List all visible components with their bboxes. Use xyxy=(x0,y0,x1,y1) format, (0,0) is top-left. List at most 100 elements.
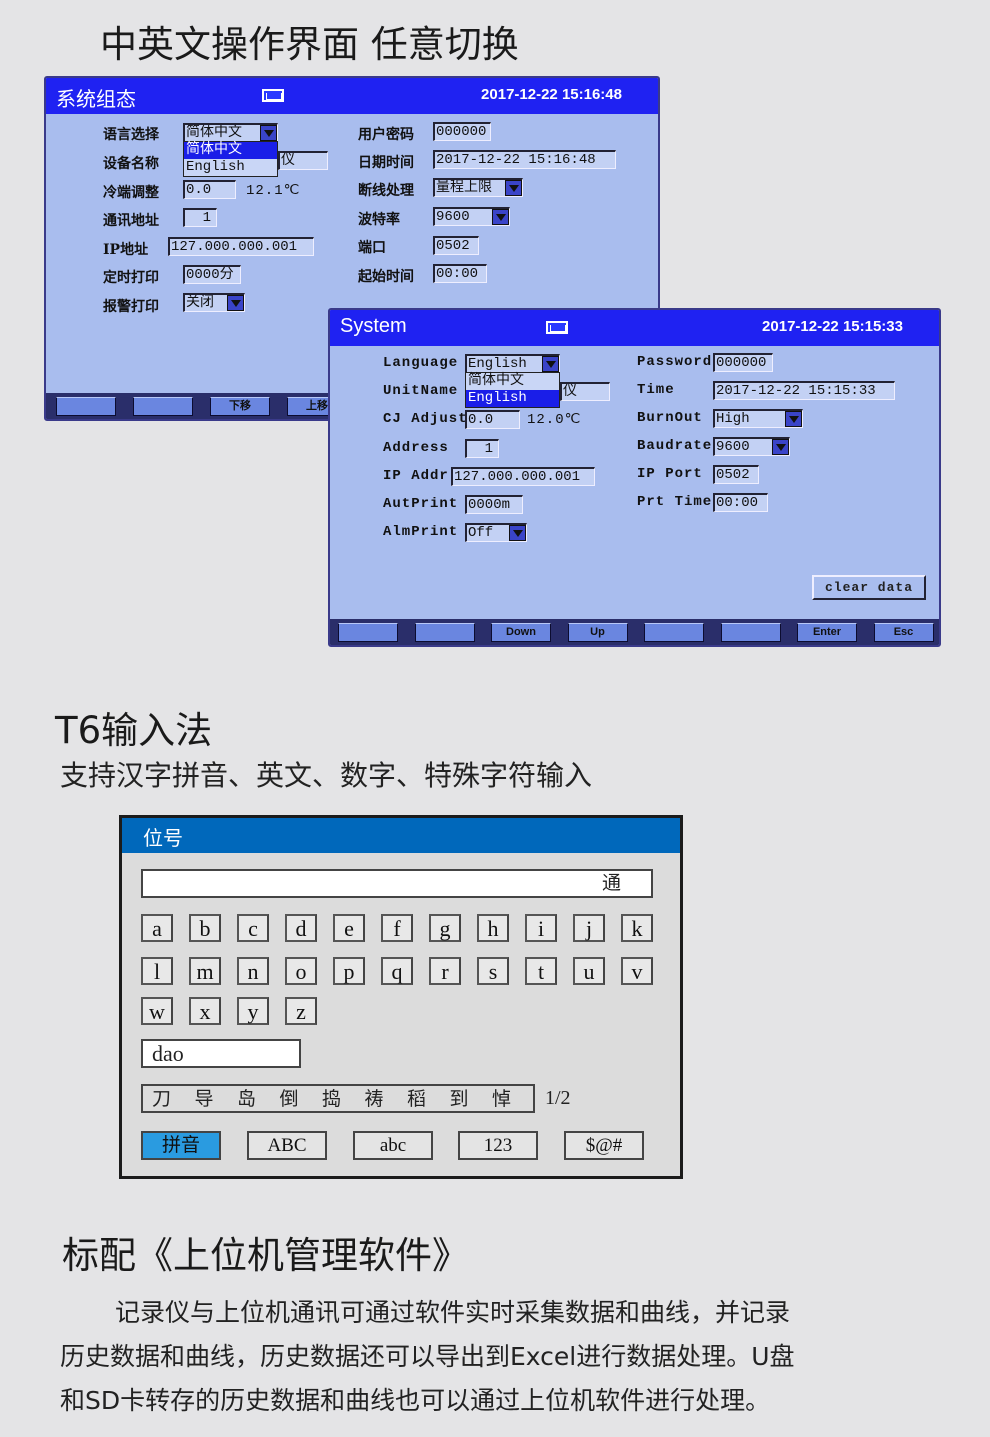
softkey-button[interactable] xyxy=(414,623,475,642)
candidate-char[interactable]: 稻 xyxy=(407,1087,426,1111)
baud-select[interactable]: 9600 xyxy=(433,207,510,226)
language-select[interactable]: 简体中文 xyxy=(183,123,278,142)
candidate-char[interactable]: 刀 xyxy=(152,1087,171,1111)
key-m[interactable]: m xyxy=(189,957,221,985)
alm-print-select[interactable]: Off xyxy=(465,523,527,542)
candidate-char[interactable]: 岛 xyxy=(237,1087,256,1111)
key-i[interactable]: i xyxy=(525,914,557,942)
chevron-down-icon[interactable] xyxy=(492,209,509,225)
key-t[interactable]: t xyxy=(525,957,557,985)
label-alm-print: AlmPrint xyxy=(383,524,459,540)
key-f[interactable]: f xyxy=(381,914,413,942)
key-l[interactable]: l xyxy=(141,957,173,985)
softkey-button[interactable]: Enter xyxy=(797,623,857,642)
pinyin-input[interactable]: dao xyxy=(141,1039,301,1068)
option-english[interactable]: English xyxy=(184,159,277,176)
unit-name-field[interactable]: 仪 xyxy=(560,382,610,401)
keyboard-icon[interactable] xyxy=(546,321,568,334)
key-x[interactable]: x xyxy=(189,997,221,1025)
password-field[interactable]: 000000 xyxy=(433,122,491,141)
text-input[interactable]: 通 xyxy=(141,869,653,898)
softkey-button[interactable]: Up xyxy=(567,623,628,642)
headline-bilingual: 中英文操作界面 任意切换 xyxy=(100,23,519,66)
key-w[interactable]: w xyxy=(141,997,173,1025)
port-field[interactable]: 0502 xyxy=(433,236,479,255)
chevron-down-icon[interactable] xyxy=(542,356,559,372)
language-select[interactable]: English xyxy=(465,354,560,373)
candidate-char[interactable]: 祷 xyxy=(365,1087,384,1111)
label-timed-print: 定时打印 xyxy=(103,270,159,286)
option-english[interactable]: English xyxy=(466,390,559,407)
cj-adjust-field[interactable]: 0.0 xyxy=(183,180,236,199)
key-y[interactable]: y xyxy=(237,997,269,1025)
password-field[interactable]: 000000 xyxy=(713,353,773,372)
burnout-select[interactable]: High xyxy=(713,409,803,428)
option-chinese[interactable]: 简体中文 xyxy=(466,373,559,390)
candidate-char[interactable]: 到 xyxy=(450,1087,469,1111)
key-d[interactable]: d xyxy=(285,914,317,942)
chevron-down-icon[interactable] xyxy=(260,125,277,141)
datetime-field[interactable]: 2017-12-22 15:16:48 xyxy=(433,150,616,169)
key-e[interactable]: e xyxy=(333,914,365,942)
label-address: 通讯地址 xyxy=(103,213,159,229)
softkey-button[interactable] xyxy=(338,623,398,642)
softkey-button[interactable]: Esc xyxy=(873,623,934,642)
key-z[interactable]: z xyxy=(285,997,317,1025)
address-field[interactable]: 1 xyxy=(183,208,217,227)
aut-print-field[interactable]: 0000m xyxy=(465,495,523,514)
burnout-select[interactable]: 量程上限 xyxy=(433,178,523,197)
chevron-down-icon[interactable] xyxy=(772,439,789,455)
softkey-button[interactable]: Down xyxy=(491,623,551,642)
key-h[interactable]: h xyxy=(477,914,509,942)
key-j[interactable]: j xyxy=(573,914,605,942)
time-field[interactable]: 2017-12-22 15:15:33 xyxy=(713,381,895,400)
key-b[interactable]: b xyxy=(189,914,221,942)
cj-adjust-field[interactable]: 0.0 xyxy=(465,410,520,429)
softkey-button[interactable] xyxy=(644,623,704,642)
key-v[interactable]: v xyxy=(621,957,653,985)
key-u[interactable]: u xyxy=(573,957,605,985)
key-r[interactable]: r xyxy=(429,957,461,985)
mode-button[interactable]: abc xyxy=(353,1131,433,1160)
baudrate-select[interactable]: 9600 xyxy=(713,437,790,456)
candidate-char[interactable]: 倒 xyxy=(280,1087,299,1111)
ip-port-field[interactable]: 0502 xyxy=(713,465,759,484)
key-c[interactable]: c xyxy=(237,914,269,942)
key-s[interactable]: s xyxy=(477,957,509,985)
key-a[interactable]: a xyxy=(141,914,173,942)
address-field[interactable]: 1 xyxy=(465,439,499,458)
alarm-print-select[interactable]: 关闭 xyxy=(183,293,245,312)
ip-field[interactable]: 127.000.000.001 xyxy=(168,237,314,256)
label-device-name: 设备名称 xyxy=(103,156,159,172)
chevron-down-icon[interactable] xyxy=(785,411,802,427)
softkey-button[interactable] xyxy=(720,623,781,642)
mode-button[interactable]: 拼音 xyxy=(141,1131,221,1160)
timed-print-field[interactable]: 0000分 xyxy=(183,265,241,284)
key-o[interactable]: o xyxy=(285,957,317,985)
alm-print-value: Off xyxy=(468,525,494,541)
clear-data-button[interactable]: clear data xyxy=(812,575,926,600)
softkey-button[interactable] xyxy=(56,397,116,416)
start-time-field[interactable]: 00:00 xyxy=(433,264,487,283)
chevron-down-icon[interactable] xyxy=(227,295,244,311)
keyboard-icon[interactable] xyxy=(262,89,284,102)
prt-time-field[interactable]: 00:00 xyxy=(713,493,768,512)
softkey-button[interactable]: 下移 xyxy=(210,397,270,416)
mode-button[interactable]: 123 xyxy=(458,1131,538,1160)
candidate-char[interactable]: 悼 xyxy=(492,1087,511,1111)
device-name-field[interactable]: 仪 xyxy=(278,151,328,170)
candidate-char[interactable]: 捣 xyxy=(322,1087,341,1111)
mode-button[interactable]: $@# xyxy=(564,1131,644,1160)
ip-addr-field[interactable]: 127.000.000.001 xyxy=(451,467,595,486)
key-n[interactable]: n xyxy=(237,957,269,985)
key-k[interactable]: k xyxy=(621,914,653,942)
mode-button[interactable]: ABC xyxy=(247,1131,327,1160)
key-p[interactable]: p xyxy=(333,957,365,985)
candidate-char[interactable]: 导 xyxy=(195,1087,214,1111)
key-g[interactable]: g xyxy=(429,914,461,942)
softkey-button[interactable] xyxy=(133,397,193,416)
chevron-down-icon[interactable] xyxy=(505,180,522,196)
key-q[interactable]: q xyxy=(381,957,413,985)
chevron-down-icon[interactable] xyxy=(509,525,526,541)
option-chinese[interactable]: 简体中文 xyxy=(184,142,277,159)
